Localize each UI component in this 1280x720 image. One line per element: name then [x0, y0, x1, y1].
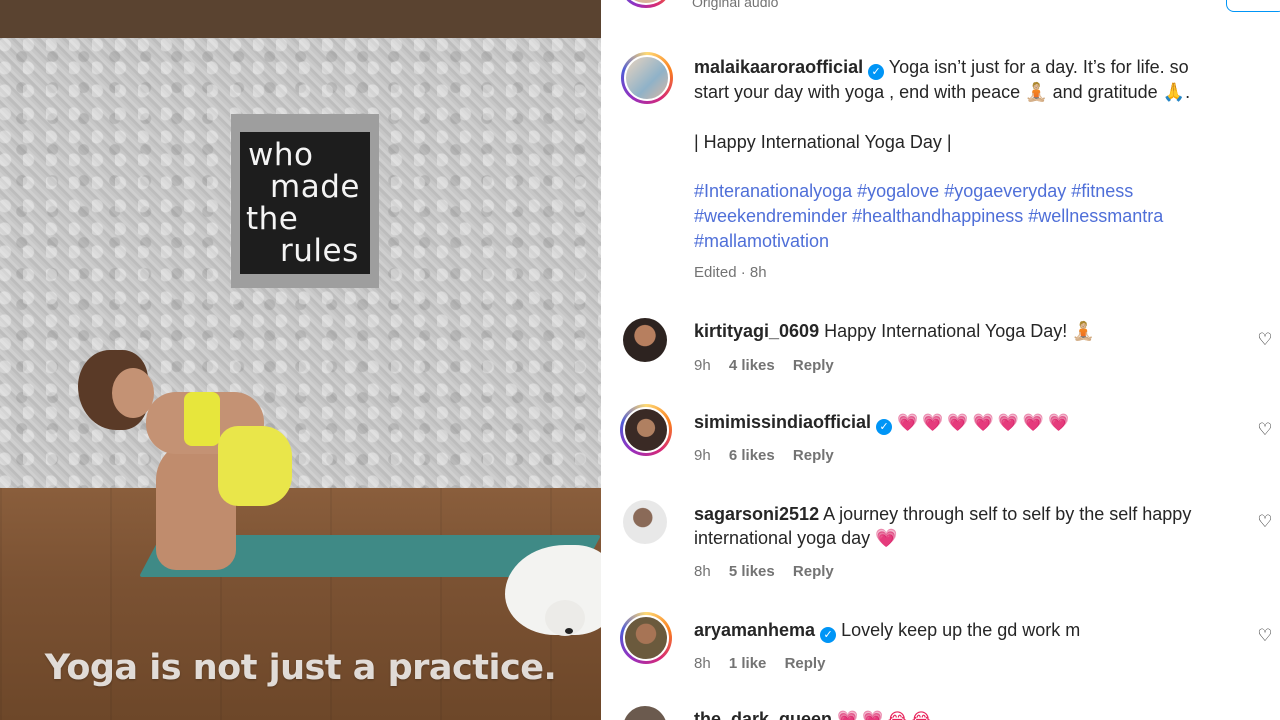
- verified-badge-icon: ✓: [876, 419, 893, 435]
- comment-time: 8h: [694, 655, 711, 672]
- author-avatar-small[interactable]: [623, 0, 669, 8]
- comment-text-block: simimissindiaofficial ✓ 💗💗💗💗💗💗💗: [694, 410, 1234, 435]
- comment-text: Lovely keep up the gd work m: [841, 620, 1081, 640]
- person-top: [184, 392, 220, 446]
- person-head: [112, 368, 154, 418]
- comment-text: Happy International Yoga Day! 🧘🏼: [824, 321, 1095, 341]
- commenter-avatar[interactable]: [623, 706, 667, 720]
- heart-outline-icon[interactable]: ♡: [1256, 421, 1274, 439]
- comment-meta: 8h 5 likes Reply: [694, 563, 848, 580]
- commenter-avatar[interactable]: [623, 500, 667, 544]
- comment-meta: 9h 6 likes Reply: [694, 447, 848, 464]
- author-avatar[interactable]: [621, 52, 673, 104]
- verified-badge-icon: ✓: [868, 64, 885, 80]
- dog-nose: [565, 628, 573, 634]
- heart-outline-icon[interactable]: ♡: [1256, 331, 1274, 349]
- post-panel: Original audio malaikaaroraofficial ✓ Yog…: [601, 0, 1280, 720]
- follow-button[interactable]: [1226, 0, 1280, 12]
- comment-text: 💗💗💗💗💗💗💗: [897, 413, 1074, 432]
- comment-likes[interactable]: 6 likes: [729, 447, 775, 464]
- person-shorts: [218, 426, 292, 506]
- reply-button[interactable]: Reply: [793, 563, 834, 580]
- sign-word: made: [270, 169, 360, 205]
- video-caption: Yoga is not just a practice.: [44, 648, 557, 688]
- video-wall-sign: who made the rules: [240, 132, 370, 274]
- comment-text-block: aryamanhema ✓ Lovely keep up the gd work …: [694, 618, 1234, 643]
- comment-likes[interactable]: 1 like: [729, 655, 767, 672]
- comment-username[interactable]: simimissindiaofficial: [694, 412, 871, 432]
- reel-video[interactable]: who made the rules Yoga is not just a pr…: [0, 0, 601, 720]
- post-meta: Edited · 8h: [694, 264, 767, 281]
- comment-username[interactable]: the_dark_queen: [694, 709, 832, 720]
- caption-text: Yoga isn’t just for a day. It’s for life…: [888, 57, 1189, 77]
- caption-text: start your day with yoga , end with peac…: [694, 82, 1191, 102]
- comment-text-block: the_dark_queen 💗💗😂😂: [694, 707, 1234, 720]
- comment-username[interactable]: kirtityagi_0609: [694, 321, 819, 341]
- commenter-avatar[interactable]: [620, 404, 672, 456]
- heart-outline-icon[interactable]: ♡: [1256, 513, 1274, 531]
- sign-word: who: [248, 137, 314, 173]
- comment-time: 8h: [694, 563, 711, 580]
- comment-username[interactable]: sagarsoni2512: [694, 504, 819, 524]
- comment-username[interactable]: aryamanhema: [694, 620, 815, 640]
- reply-button[interactable]: Reply: [785, 655, 826, 672]
- comment-text-block: kirtityagi_0609 Happy International Yoga…: [694, 319, 1234, 343]
- comment-likes[interactable]: 5 likes: [729, 563, 775, 580]
- hashtag-line[interactable]: #weekendreminder #healthandhappiness #we…: [694, 206, 1163, 226]
- reply-button[interactable]: Reply: [793, 357, 834, 374]
- heart-outline-icon[interactable]: ♡: [1256, 627, 1274, 645]
- commenter-avatar[interactable]: [623, 318, 667, 362]
- comment-meta: 9h 4 likes Reply: [694, 357, 848, 374]
- comment-meta: 8h 1 like Reply: [694, 655, 839, 672]
- hashtag-line[interactable]: #mallamotivation: [694, 231, 829, 251]
- comment-likes[interactable]: 4 likes: [729, 357, 775, 374]
- sign-word: rules: [280, 233, 359, 269]
- comment-text: 💗💗😂😂: [837, 710, 936, 720]
- post-username[interactable]: malaikaaroraofficial: [694, 57, 863, 77]
- verified-badge-icon: ✓: [820, 627, 837, 643]
- sign-word: the: [246, 201, 299, 237]
- reply-button[interactable]: Reply: [793, 447, 834, 464]
- hashtag-line[interactable]: #Interanationalyoga #yogalove #yogaevery…: [694, 181, 1133, 201]
- comment-time: 9h: [694, 357, 711, 374]
- comment-time: 9h: [694, 447, 711, 464]
- comment-text-block: sagarsoni2512 A journey through self to …: [694, 502, 1234, 550]
- commenter-avatar[interactable]: [620, 612, 672, 664]
- video-ceiling: [0, 0, 601, 40]
- audio-label[interactable]: Original audio: [692, 0, 778, 10]
- post-caption: malaikaaroraofficial ✓ Yoga isn’t just fo…: [694, 55, 1254, 254]
- caption-text: | Happy International Yoga Day |: [694, 131, 952, 152]
